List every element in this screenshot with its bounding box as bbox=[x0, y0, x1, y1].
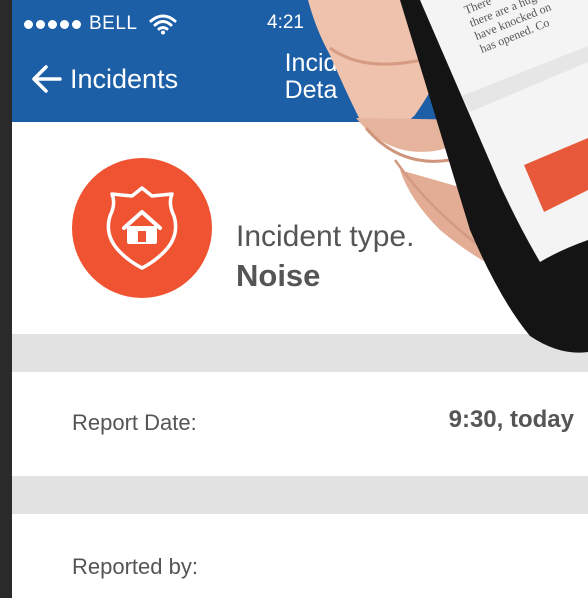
carrier-name: BELL bbox=[89, 13, 138, 34]
reported-by-row: Reported by: bbox=[12, 514, 588, 598]
reported-by-label: Reported by: bbox=[72, 554, 198, 579]
wifi-icon bbox=[149, 14, 177, 35]
incident-header: Incident type. Noise bbox=[12, 122, 588, 334]
section-divider bbox=[12, 334, 588, 372]
incident-type-badge bbox=[72, 158, 212, 298]
back-label: Incidents bbox=[70, 63, 179, 94]
page-title-line2: Deta bbox=[284, 76, 338, 104]
section-divider bbox=[12, 476, 588, 514]
report-date-value: 9:30, today bbox=[448, 406, 574, 433]
back-button[interactable]: Incidents bbox=[30, 62, 178, 96]
page-title-line1: Incid bbox=[284, 49, 338, 77]
report-date-label: Report Date: bbox=[72, 410, 197, 435]
report-date-row: Report Date: 9:30, today bbox=[12, 372, 588, 476]
page-title: Incid Deta bbox=[256, 50, 366, 104]
app-screen: BELL 4:21 Incidents Incid Deta Incident … bbox=[12, 0, 588, 598]
status-bar: BELL bbox=[24, 10, 177, 38]
incident-type-label: Incident type. bbox=[236, 220, 415, 253]
signal-strength-icon bbox=[24, 19, 81, 29]
incident-type-value: Noise bbox=[236, 258, 321, 293]
back-arrow-icon bbox=[32, 65, 62, 93]
status-time: 4:21 bbox=[267, 12, 304, 33]
police-house-shield-icon bbox=[106, 186, 178, 270]
